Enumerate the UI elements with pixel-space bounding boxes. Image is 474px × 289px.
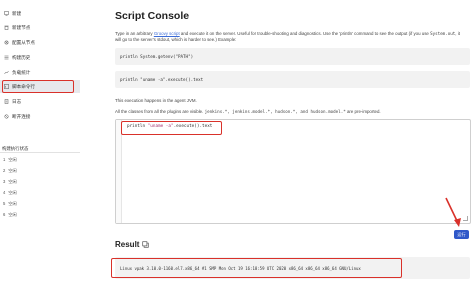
executor-row: 1 空闲 — [3, 155, 75, 164]
divider — [0, 152, 80, 153]
executor-status: 空闲 — [8, 189, 17, 195]
description-text: and execute it on the server. Useful for… — [179, 31, 431, 36]
sidebar-item-label: 负载统计 — [12, 69, 31, 75]
inline-code: jenkins.*, jenkins.model.*, hudson.*, an… — [204, 109, 346, 114]
example-code: println "uname -a".execute().text — [120, 77, 204, 82]
executor-row: 4 空闲 — [3, 188, 75, 197]
sidebar-item-delete-node[interactable]: 新建节点 — [0, 21, 80, 34]
sidebar-item-configure[interactable]: 配置从节点 — [0, 36, 80, 49]
agent-note: This execution happens in the agent JVM. — [115, 98, 197, 103]
executor-index: 3 — [3, 179, 6, 184]
editor-gutter — [116, 120, 122, 223]
run-button[interactable]: 运行 — [454, 230, 469, 239]
example-code: println System.getenv("PATH") — [120, 54, 194, 59]
executor-row: 6 空闲 — [3, 210, 75, 219]
computer-icon — [4, 11, 9, 16]
arrow-icon — [445, 197, 461, 227]
sidebar-item-label: 断开连接 — [12, 113, 31, 119]
sidebar-item-label: 日志 — [12, 98, 22, 104]
executor-row: 3 空闲 — [3, 177, 75, 186]
gear-icon — [4, 40, 9, 45]
executor-status: 空闲 — [8, 211, 17, 217]
result-highlight-box — [111, 258, 402, 278]
executor-index: 4 — [3, 190, 6, 195]
example-code-block: println "uname -a".execute().text — [115, 71, 470, 88]
sidebar-highlight-box — [2, 80, 74, 93]
sidebar-item-disconnect[interactable]: 断开连接 — [0, 110, 80, 123]
document-icon — [4, 99, 9, 104]
main-content: Script Console Type in an arbitrary Groo… — [80, 0, 474, 289]
executor-index: 2 — [3, 168, 6, 173]
executor-status: 空闲 — [8, 156, 17, 162]
description-text: Type in an arbitrary — [115, 31, 154, 36]
sidebar-item-label: 新建 — [12, 10, 22, 16]
executor-status: 空闲 — [8, 167, 17, 173]
executor-status: 空闲 — [8, 178, 17, 184]
imports-text: are pre-imported. — [345, 109, 381, 114]
sidebar-item-label: 构建历史 — [12, 54, 31, 60]
sidebar-item-build-history[interactable]: 构建历史 — [0, 51, 80, 64]
page-title: Script Console — [115, 10, 190, 22]
code-highlight-box — [121, 121, 222, 135]
groovy-script-link[interactable]: Groovy script — [154, 31, 180, 36]
sidebar-item-log[interactable]: 日志 — [0, 95, 80, 108]
copy-icon[interactable] — [142, 241, 149, 248]
executor-row: 5 空闲 — [3, 199, 75, 208]
executor-index: 6 — [3, 212, 6, 217]
executor-status: 空闲 — [8, 200, 17, 206]
sidebar: 新建 新建节点 配置从节点 构建历史 负载统计 脚本命令行 日志 断开连接 构建… — [0, 0, 80, 289]
trash-icon — [4, 25, 9, 30]
example-code-block: println System.getenv("PATH") — [115, 48, 470, 65]
sidebar-item-new[interactable]: 新建 — [0, 7, 80, 20]
list-icon — [4, 55, 9, 60]
sidebar-item-load-stats[interactable]: 负载统计 — [0, 66, 80, 79]
inline-code: System.out — [430, 31, 456, 36]
chart-icon — [4, 70, 9, 75]
imports-note: All the classes from all the plugins are… — [115, 109, 470, 114]
executor-row: 2 空闲 — [3, 166, 75, 175]
disconnect-icon — [4, 114, 9, 119]
description: Type in an arbitrary Groovy script and e… — [115, 31, 465, 44]
sidebar-item-label: 新建节点 — [12, 24, 31, 30]
sidebar-item-label: 配置从节点 — [12, 39, 35, 45]
executor-index: 5 — [3, 201, 6, 206]
executor-index: 1 — [3, 157, 6, 162]
result-title: Result — [115, 240, 140, 249]
imports-text: All the classes from all the plugins are… — [115, 109, 205, 114]
